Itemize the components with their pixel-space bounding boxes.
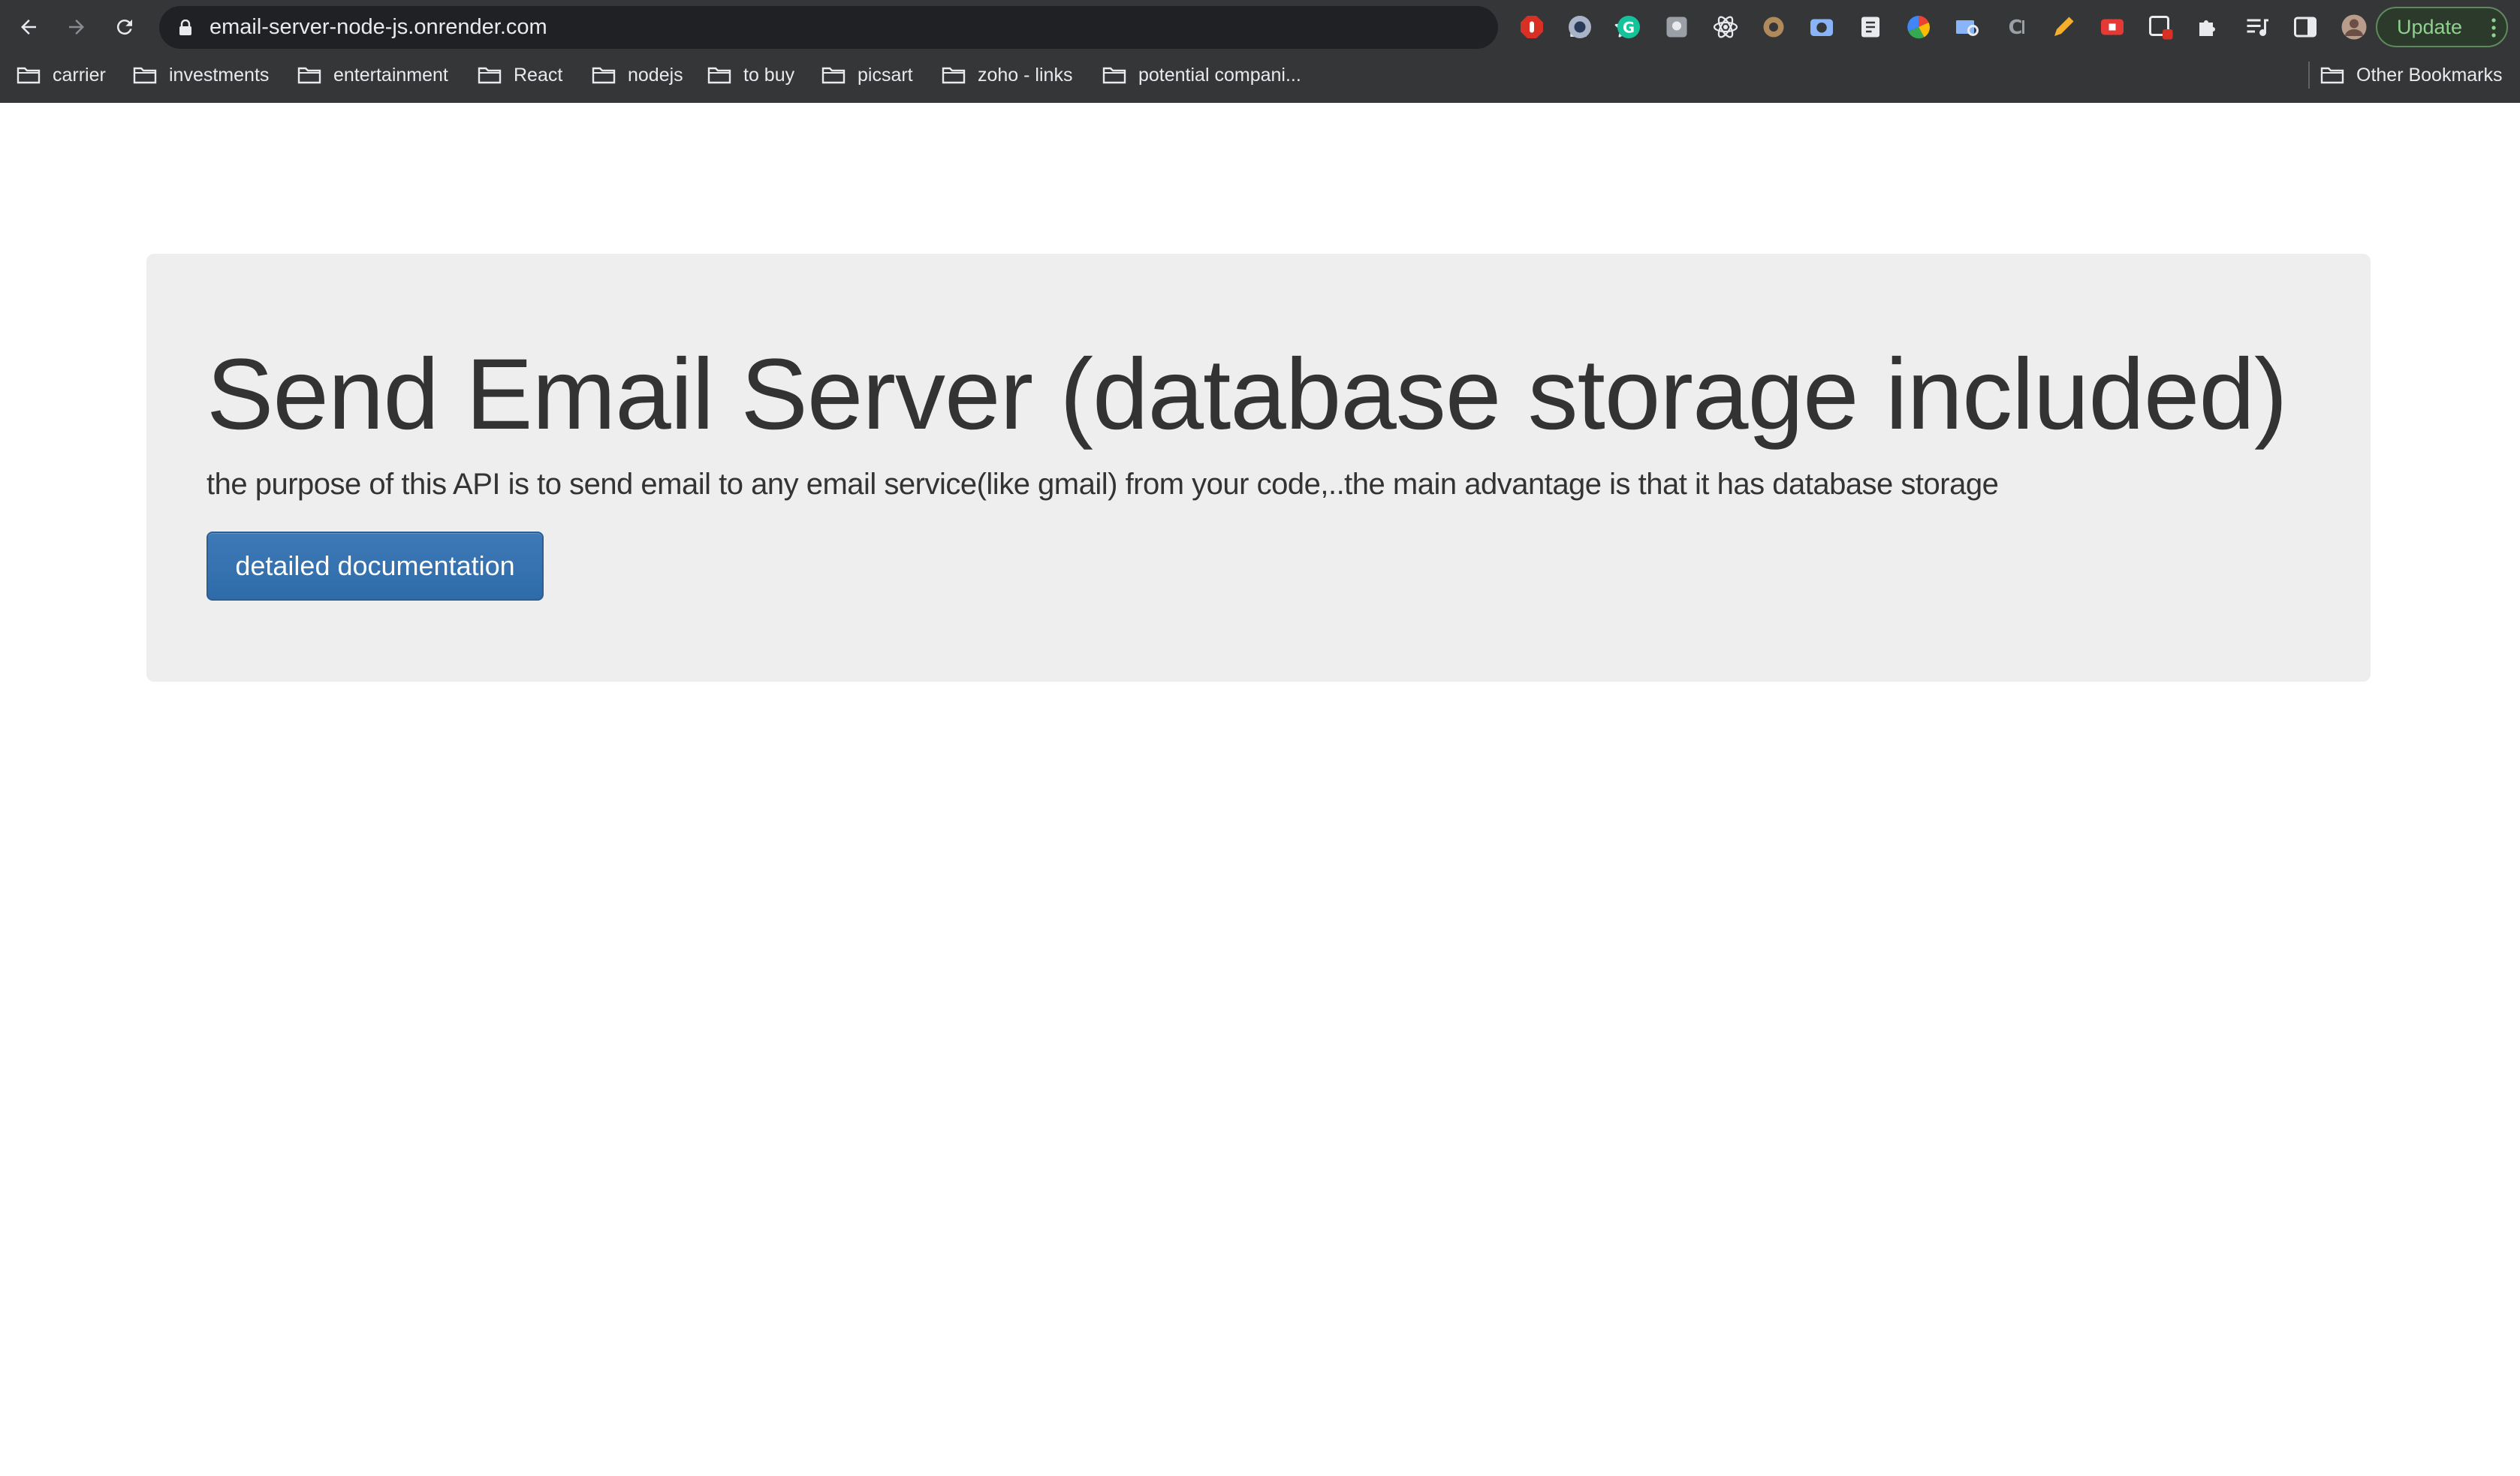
gray-square-extension-button[interactable] bbox=[1660, 11, 1693, 44]
bookmark-folder[interactable]: zoho - links bbox=[942, 60, 1072, 90]
folder-icon bbox=[942, 67, 966, 84]
circle-extension-button[interactable] bbox=[1563, 11, 1596, 44]
folder-icon bbox=[1102, 67, 1126, 84]
gear-extension-icon bbox=[1763, 17, 1784, 38]
other-bookmarks-label: Other Bookmarks bbox=[2356, 64, 2503, 86]
media-queue-icon bbox=[2247, 19, 2268, 36]
folder-icon bbox=[821, 67, 846, 84]
camera-extension-icon bbox=[1810, 19, 1834, 36]
bookmark-folder[interactable]: picsart bbox=[821, 60, 913, 90]
grammarly-extension-icon: G bbox=[1617, 16, 1640, 38]
mail-search-extension-icon bbox=[1955, 20, 1979, 36]
adblock-extension-button[interactable] bbox=[1515, 11, 1548, 44]
page-title: Send Email Server (database storage incl… bbox=[206, 339, 2288, 450]
update-button[interactable]: Update bbox=[2376, 7, 2508, 47]
reload-button[interactable] bbox=[108, 11, 141, 44]
puzzle-extensions-icon bbox=[2199, 20, 2216, 36]
bookmark-folder[interactable]: React bbox=[478, 60, 562, 90]
pencil-extension-icon bbox=[2054, 17, 2074, 36]
browser-chrome: email-server-node-js.onrender.com GC Upd… bbox=[0, 0, 2520, 103]
code-extension-button[interactable]: C bbox=[1999, 11, 2032, 44]
side-panel-icon bbox=[2294, 17, 2317, 38]
extensions-bar: GC bbox=[1515, 11, 2386, 44]
color-wheel-extension-button[interactable] bbox=[1902, 11, 1935, 44]
color-wheel-extension-icon bbox=[1907, 16, 1931, 39]
address-bar[interactable]: email-server-node-js.onrender.com bbox=[159, 6, 1637, 49]
bookmark-label: investments bbox=[169, 64, 270, 86]
update-label: Update bbox=[2397, 15, 2463, 38]
svg-text:C: C bbox=[2009, 17, 2023, 39]
camera-extension-button[interactable] bbox=[1805, 11, 1838, 44]
profile-avatar-icon bbox=[2341, 14, 2367, 40]
jumbotron: Send Email Server (database storage incl… bbox=[146, 254, 2371, 682]
notes-extension-icon bbox=[1861, 17, 1879, 38]
svg-text:G: G bbox=[1623, 20, 1635, 37]
bookmark-label: carrier bbox=[53, 64, 106, 86]
folder-icon bbox=[297, 67, 321, 84]
forward-button[interactable] bbox=[60, 11, 93, 44]
gray-square-extension-icon bbox=[1666, 17, 1687, 38]
detailed-documentation-button[interactable]: detailed documentation bbox=[206, 532, 544, 601]
bookmark-label: React bbox=[514, 64, 563, 86]
folder-icon bbox=[707, 67, 731, 84]
profile-avatar-button[interactable] bbox=[2338, 11, 2371, 44]
circle-extension-icon bbox=[1569, 16, 1592, 38]
folder-icon bbox=[478, 67, 502, 84]
puzzle-extensions-button[interactable] bbox=[2192, 11, 2225, 44]
react-devtools-extension-icon bbox=[1713, 16, 1738, 38]
page-lead: the purpose of this API is to send email… bbox=[206, 468, 1999, 501]
other-bookmarks[interactable]: Other Bookmarks bbox=[2320, 60, 2503, 90]
react-devtools-extension-button[interactable] bbox=[1709, 11, 1742, 44]
more-menu-icon[interactable] bbox=[2491, 18, 2496, 38]
back-icon bbox=[21, 20, 36, 35]
folder-icon bbox=[592, 67, 616, 84]
bookmark-folder[interactable]: nodejs bbox=[592, 60, 683, 90]
pencil-extension-button[interactable] bbox=[2047, 11, 2080, 44]
back-button[interactable] bbox=[12, 11, 45, 44]
side-panel-button[interactable] bbox=[2289, 11, 2322, 44]
lock-icon bbox=[179, 20, 191, 35]
bookmark-folder[interactable]: entertainment bbox=[297, 60, 448, 90]
youtube-extension-icon bbox=[2100, 19, 2124, 35]
adblock-extension-icon bbox=[1521, 16, 1543, 38]
bookmark-label: potential compani... bbox=[1138, 64, 1301, 86]
bookmarks-divider bbox=[2308, 62, 2310, 89]
bookmarks-bar: carrier investments entertainment React node… bbox=[0, 60, 2520, 90]
browser-toolbar: email-server-node-js.onrender.com GC Upd… bbox=[0, 0, 2520, 55]
badge-extension-icon bbox=[2149, 16, 2173, 40]
code-extension-icon: C bbox=[2009, 17, 2024, 39]
media-queue-button[interactable] bbox=[2241, 11, 2274, 44]
notes-extension-button[interactable] bbox=[1854, 11, 1887, 44]
bookmark-label: picsart bbox=[858, 64, 913, 86]
youtube-extension-button[interactable] bbox=[2096, 11, 2129, 44]
bookmark-folder[interactable]: to buy bbox=[707, 60, 794, 90]
folder-icon bbox=[17, 67, 41, 84]
bookmark-folder[interactable]: carrier bbox=[17, 60, 106, 90]
grammarly-extension-button[interactable]: G bbox=[1612, 11, 1645, 44]
badge-extension-button[interactable] bbox=[2144, 11, 2177, 44]
bookmark-label: to buy bbox=[743, 64, 795, 86]
bookmark-folder[interactable]: investments bbox=[133, 60, 269, 90]
folder-icon bbox=[2320, 67, 2344, 84]
bookmark-label: nodejs bbox=[628, 64, 683, 86]
bookmark-label: entertainment bbox=[333, 64, 448, 86]
forward-icon bbox=[69, 20, 84, 35]
mail-search-extension-button[interactable] bbox=[1951, 11, 1984, 44]
gear-extension-button[interactable] bbox=[1757, 11, 1790, 44]
folder-icon bbox=[133, 67, 157, 84]
bookmark-label: zoho - links bbox=[978, 64, 1073, 86]
bookmark-folder[interactable]: potential compani... bbox=[1102, 60, 1301, 90]
page-content: Send Email Server (database storage incl… bbox=[0, 103, 2520, 1476]
url-text[interactable]: email-server-node-js.onrender.com bbox=[209, 6, 547, 49]
reload-icon bbox=[116, 20, 132, 35]
